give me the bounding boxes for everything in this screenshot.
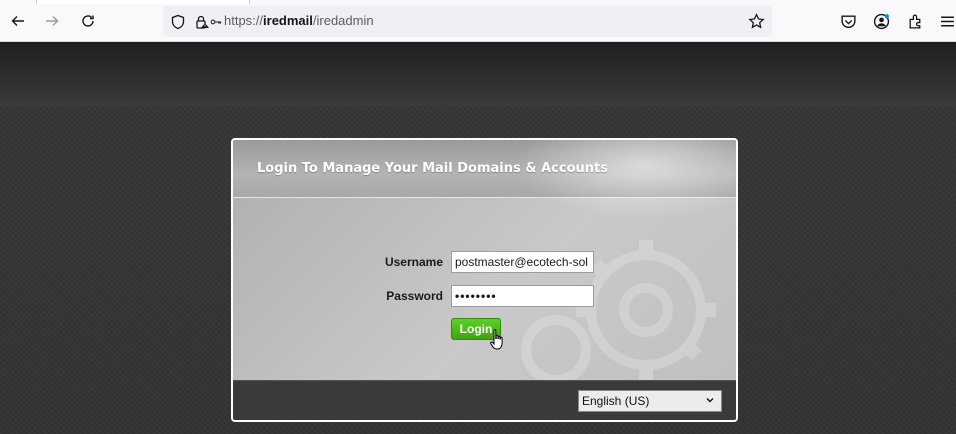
url-bar[interactable]: https://iredmail/iredadmin	[163, 6, 772, 37]
password-input[interactable]: ••••••••	[451, 285, 594, 307]
url-path: /iredadmin	[312, 13, 374, 28]
reload-button[interactable]	[76, 9, 100, 33]
active-tab-edge[interactable]	[36, 0, 250, 4]
url-scheme: https://	[224, 13, 264, 28]
hand-cursor-icon	[490, 329, 503, 350]
account-icon[interactable]	[872, 12, 890, 30]
login-title: Login To Manage Your Mail Domains & Acco…	[257, 161, 608, 176]
back-button[interactable]	[6, 9, 30, 33]
back-arrow-icon	[11, 16, 24, 26]
language-select[interactable]: English (US)	[578, 390, 722, 412]
login-panel: Login To Manage Your Mail Domains & Acco…	[231, 138, 738, 422]
password-label: Password	[386, 289, 443, 303]
bookmark-star-icon[interactable]	[748, 13, 765, 30]
shield-icon[interactable]	[169, 13, 186, 30]
login-footer: English (US)	[233, 380, 736, 420]
username-input[interactable]: postmaster@ecotech-sol	[451, 251, 594, 273]
url-host: iredmail	[263, 13, 313, 28]
menu-icon[interactable]	[938, 12, 956, 30]
chevron-down-icon	[706, 398, 714, 403]
key-icon[interactable]	[210, 13, 222, 30]
language-selected-value: English (US)	[582, 394, 650, 408]
extensions-icon[interactable]	[906, 12, 924, 30]
insecure-lock-icon[interactable]	[193, 13, 210, 30]
forward-arrow-icon	[46, 16, 59, 26]
pocket-icon[interactable]	[839, 12, 857, 30]
login-header: Login To Manage Your Mail Domains & Acco…	[233, 140, 736, 220]
forward-button[interactable]	[40, 9, 64, 33]
reload-icon	[82, 15, 94, 27]
browser-toolbar: https://iredmail/iredadmin	[0, 0, 956, 42]
username-label: Username	[384, 255, 443, 269]
url-text[interactable]: https://iredmail/iredadmin	[224, 13, 374, 28]
page-top-band	[0, 42, 956, 106]
